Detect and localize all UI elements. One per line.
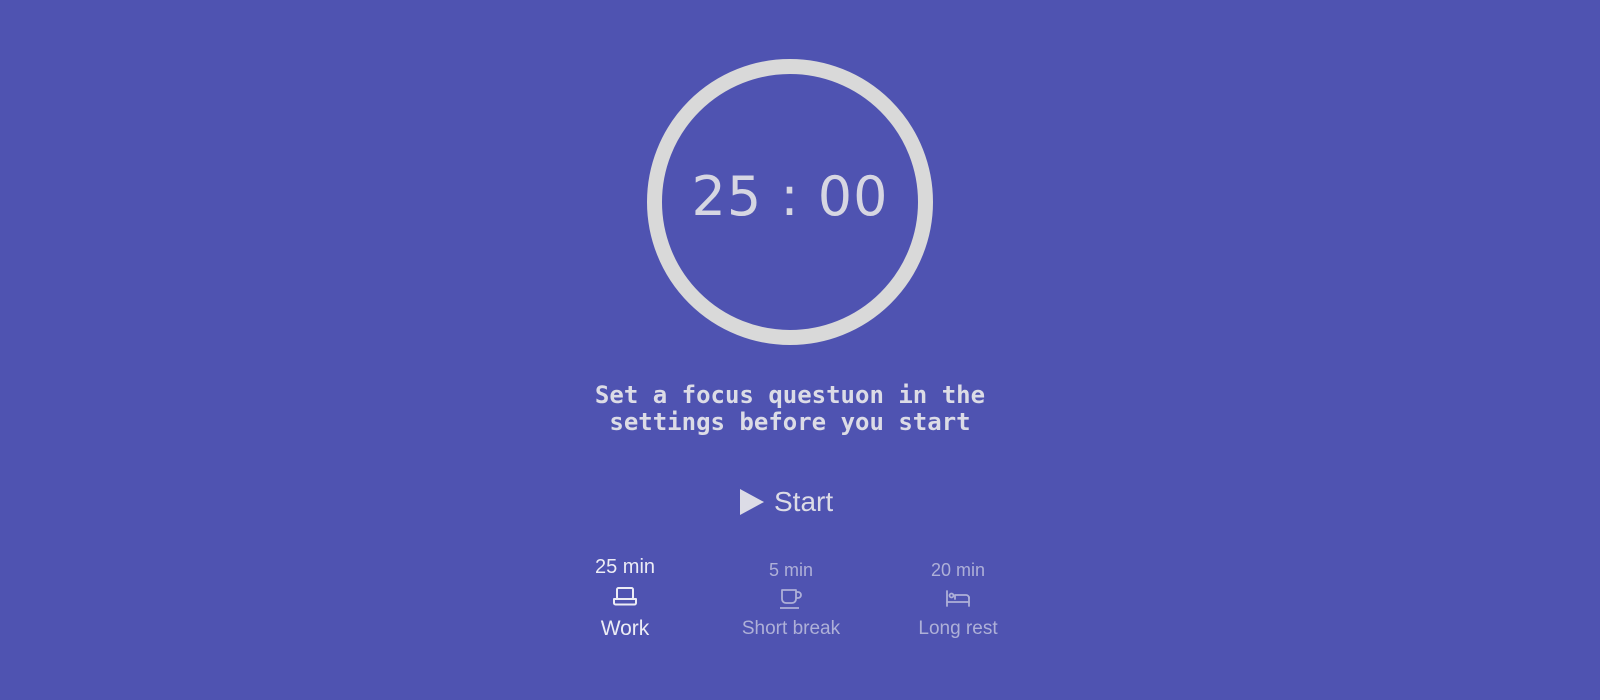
- bed-icon: [888, 584, 1028, 614]
- mode-short-break-label: Short break: [741, 618, 841, 639]
- mode-work-duration: 25 min: [594, 556, 656, 578]
- play-icon: [740, 489, 764, 515]
- focus-prompt-line-2: settings before you start: [609, 408, 971, 436]
- coffee-cup-icon: [721, 584, 861, 614]
- start-button-label: Start: [774, 486, 834, 517]
- mode-long-rest-duration: 20 min: [930, 560, 986, 580]
- mode-work-label: Work: [600, 617, 650, 640]
- timer-display: 25 : 00: [691, 164, 889, 228]
- mode-long-rest[interactable]: 20 min Long rest: [888, 558, 1028, 640]
- laptop-icon: [555, 581, 695, 611]
- mode-long-rest-label: Long rest: [918, 618, 998, 639]
- mode-work[interactable]: 25 min Work: [555, 556, 695, 641]
- focus-prompt-line-1: Set a focus questuon in the: [594, 381, 986, 409]
- timer-ring: 25 : 00: [647, 59, 933, 345]
- start-button[interactable]: Start: [740, 484, 833, 520]
- mode-short-break[interactable]: 5 min Short break: [721, 558, 861, 640]
- mode-short-break-duration: 5 min: [768, 560, 813, 580]
- focus-prompt: Set a focus questuon in the settings bef…: [540, 382, 1040, 436]
